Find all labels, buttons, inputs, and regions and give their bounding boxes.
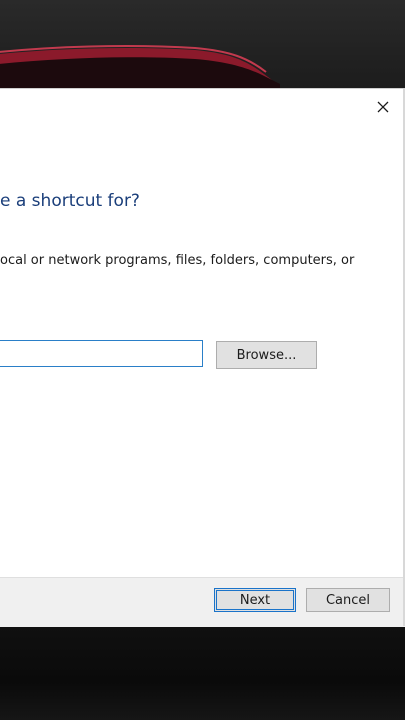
create-shortcut-dialog: e a shortcut for? ocal or network progra…: [0, 88, 405, 627]
item-location-input[interactable]: [0, 340, 203, 367]
close-button[interactable]: [373, 97, 393, 117]
browse-button[interactable]: Browse...: [216, 341, 317, 369]
next-button[interactable]: Next: [214, 588, 296, 612]
cancel-button[interactable]: Cancel: [306, 588, 390, 612]
dialog-footer: Next Cancel: [0, 577, 405, 627]
dialog-description: ocal or network programs, files, folders…: [0, 253, 355, 268]
dialog-heading: e a shortcut for?: [0, 191, 140, 211]
close-icon: [377, 101, 389, 113]
desktop-background-bottom: [0, 625, 405, 720]
